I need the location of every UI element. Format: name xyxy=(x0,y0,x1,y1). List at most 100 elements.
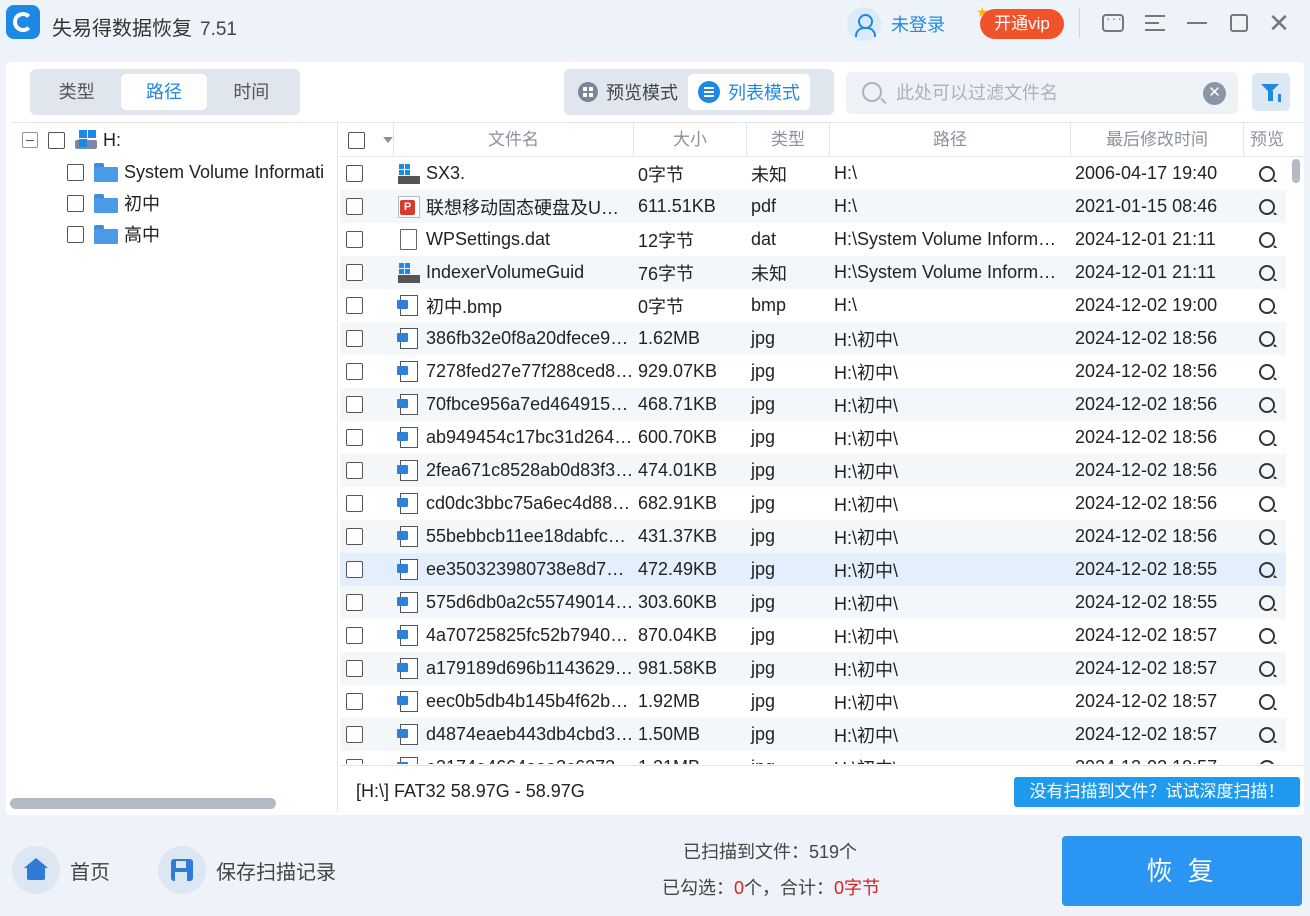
row-checkbox[interactable] xyxy=(346,495,363,512)
magnifier-icon[interactable] xyxy=(1259,429,1275,446)
table-row[interactable]: e3174e4664aaa3c63737…1.21MBjpgH:\初中\2024… xyxy=(340,751,1286,764)
magnifier-icon[interactable] xyxy=(1259,759,1275,764)
header-modified[interactable]: 最后修改时间 xyxy=(1071,123,1244,157)
row-checkbox[interactable] xyxy=(346,330,363,347)
row-checkbox[interactable] xyxy=(346,594,363,611)
file-size: 1.92MB xyxy=(638,691,701,711)
magnifier-icon[interactable] xyxy=(1259,297,1275,314)
table-vertical-scrollbar[interactable] xyxy=(1292,159,1300,183)
magnifier-icon[interactable] xyxy=(1259,462,1275,479)
magnifier-icon[interactable] xyxy=(1259,660,1275,677)
tab-time[interactable]: 时间 xyxy=(209,74,294,110)
row-checkbox[interactable] xyxy=(346,297,363,314)
row-checkbox[interactable] xyxy=(346,363,363,380)
table-row[interactable]: SX3. 0字节 未知 H:\ 2006-04-17 19:40 xyxy=(340,157,1286,190)
table-row[interactable]: eec0b5db4b145b4f62bcf… 1.92MB jpg H:\初中\ 202… xyxy=(340,685,1286,718)
table-row[interactable]: ee350323980738e8d708… 472.49KB jpg H:\初中\ 20… xyxy=(340,553,1286,586)
magnifier-icon[interactable] xyxy=(1259,693,1275,710)
image-file-icon xyxy=(397,724,418,745)
app-title: 失易得数据恢复 7.51 xyxy=(52,18,237,40)
magnifier-icon[interactable] xyxy=(1259,165,1275,182)
preview-mode-button[interactable]: 预览模式 xyxy=(568,74,688,110)
maximize-icon[interactable] xyxy=(1226,10,1252,36)
dropdown-caret-icon[interactable] xyxy=(383,137,393,143)
message-icon[interactable] xyxy=(1100,10,1126,36)
table-row[interactable]: 联想移动固态硬盘及U盘产…611.51KB pdf H:\ 2021-01-15 08… xyxy=(340,190,1286,223)
filter-button[interactable] xyxy=(1252,73,1290,111)
magnifier-icon[interactable] xyxy=(1259,627,1275,644)
table-row[interactable]: 2fea671c8528ab0d83f3c… 474.01KB jpg H:\初中\ 2… xyxy=(340,454,1286,487)
row-checkbox[interactable] xyxy=(346,231,363,248)
header-path[interactable]: 路径 xyxy=(830,123,1071,157)
header-size[interactable]: 大小 xyxy=(634,123,747,157)
save-scan-button[interactable]: 保存扫描记录 xyxy=(158,846,336,894)
clear-icon[interactable]: ✕ xyxy=(1203,82,1226,105)
table-row[interactable]: 575d6db0a2c557490142… 303.60KB jpg H:\初中\ 20… xyxy=(340,586,1286,619)
row-checkbox[interactable] xyxy=(346,462,363,479)
tree-checkbox[interactable] xyxy=(67,194,84,212)
row-checkbox[interactable] xyxy=(346,660,363,677)
tab-type[interactable]: 类型 xyxy=(34,74,119,110)
row-checkbox[interactable] xyxy=(346,759,363,764)
table-row[interactable]: IndexerVolumeGuid 76字节 未知 H:\System Volume … xyxy=(340,256,1286,289)
magnifier-icon[interactable] xyxy=(1259,264,1275,281)
magnifier-icon[interactable] xyxy=(1259,726,1275,743)
table-row[interactable]: 初中.bmp 0字节 bmp H:\ 2024-12-02 19:00 xyxy=(340,289,1286,322)
minimize-icon[interactable] xyxy=(1184,10,1210,36)
table-row[interactable]: cd0dc3bbc75a6ec4d881… 682.91KB jpg H:\初中\ 20… xyxy=(340,487,1286,520)
collapse-icon[interactable] xyxy=(22,132,38,148)
row-checkbox[interactable] xyxy=(346,165,363,182)
table-row[interactable]: ab949454c17bc31d2643… 600.70KB jpg H:\初中\ 20… xyxy=(340,421,1286,454)
magnifier-icon[interactable] xyxy=(1259,561,1275,578)
tab-path[interactable]: 路径 xyxy=(121,74,207,110)
tree-item-system-volume[interactable]: System Volume Informati xyxy=(67,157,324,187)
tree-item-root[interactable]: H: xyxy=(22,125,121,155)
row-checkbox[interactable] xyxy=(346,198,363,215)
magnifier-icon[interactable] xyxy=(1259,231,1275,248)
preview-cell xyxy=(1244,726,1286,743)
close-icon[interactable]: ✕ xyxy=(1266,8,1292,38)
list-mode-button[interactable]: 列表模式 xyxy=(688,74,810,110)
table-row[interactable]: 55bebbcb11ee18dabfce… 431.37KB jpg H:\初中\ 20… xyxy=(340,520,1286,553)
header-type[interactable]: 类型 xyxy=(747,123,830,157)
tree-item-junior[interactable]: 初中 xyxy=(67,188,160,218)
magnifier-icon[interactable] xyxy=(1259,363,1275,380)
table-row[interactable]: d4874eaeb443db4cbd31… 1.50MB jpg H:\初中\ 2024… xyxy=(340,718,1286,751)
home-button[interactable]: 首页 xyxy=(12,846,110,894)
vip-button[interactable]: 开通vip xyxy=(980,9,1064,39)
select-all-checkbox[interactable] xyxy=(348,131,365,149)
table-row[interactable]: WPSettings.dat 12字节 dat H:\System Volume In… xyxy=(340,223,1286,256)
magnifier-icon[interactable] xyxy=(1259,594,1275,611)
row-checkbox[interactable] xyxy=(346,561,363,578)
row-checkbox[interactable] xyxy=(346,693,363,710)
magnifier-icon[interactable] xyxy=(1259,396,1275,413)
row-checkbox[interactable] xyxy=(346,429,363,446)
row-checkbox[interactable] xyxy=(346,726,363,743)
row-checkbox[interactable] xyxy=(346,528,363,545)
recover-button[interactable]: 恢 复 xyxy=(1062,836,1302,906)
tree-checkbox[interactable] xyxy=(67,163,84,181)
table-row[interactable]: a179189d696b1143629d… 981.58KB jpg H:\初中\ 20… xyxy=(340,652,1286,685)
row-checkbox[interactable] xyxy=(346,396,363,413)
deep-scan-button[interactable]: 没有扫描到文件？试试深度扫描！ xyxy=(1014,777,1300,807)
row-checkbox[interactable] xyxy=(346,264,363,281)
table-row[interactable]: 386fb32e0f8a20dfece983… 1.62MB jpg H:\初中\ 20… xyxy=(340,322,1286,355)
magnifier-icon[interactable] xyxy=(1259,330,1275,347)
tree-checkbox[interactable] xyxy=(67,225,84,243)
header-name[interactable]: 文件名 xyxy=(394,123,634,157)
table-row[interactable]: 4a70725825fc52b7940e2… 870.04KB jpg H:\初中\ 2… xyxy=(340,619,1286,652)
user-status: 未登录 xyxy=(891,15,945,35)
table-row[interactable]: 70fbce956a7ed46491553… 468.71KB jpg H:\初中\ 2… xyxy=(340,388,1286,421)
magnifier-icon[interactable] xyxy=(1259,198,1275,215)
row-checkbox[interactable] xyxy=(346,627,363,644)
table-row[interactable]: 7278fed27e77f288ced8b… 929.07KB jpg H:\初中\ 2… xyxy=(340,355,1286,388)
magnifier-icon[interactable] xyxy=(1259,528,1275,545)
select-all[interactable] xyxy=(340,123,394,157)
menu-icon[interactable] xyxy=(1142,10,1168,36)
tree-item-senior[interactable]: 高中 xyxy=(67,219,160,249)
login-button[interactable]: 未登录 xyxy=(847,7,945,41)
magnifier-icon[interactable] xyxy=(1259,495,1275,512)
tree-horizontal-scrollbar[interactable] xyxy=(10,798,276,809)
tree-checkbox[interactable] xyxy=(48,131,65,149)
search-input[interactable] xyxy=(896,72,1196,114)
